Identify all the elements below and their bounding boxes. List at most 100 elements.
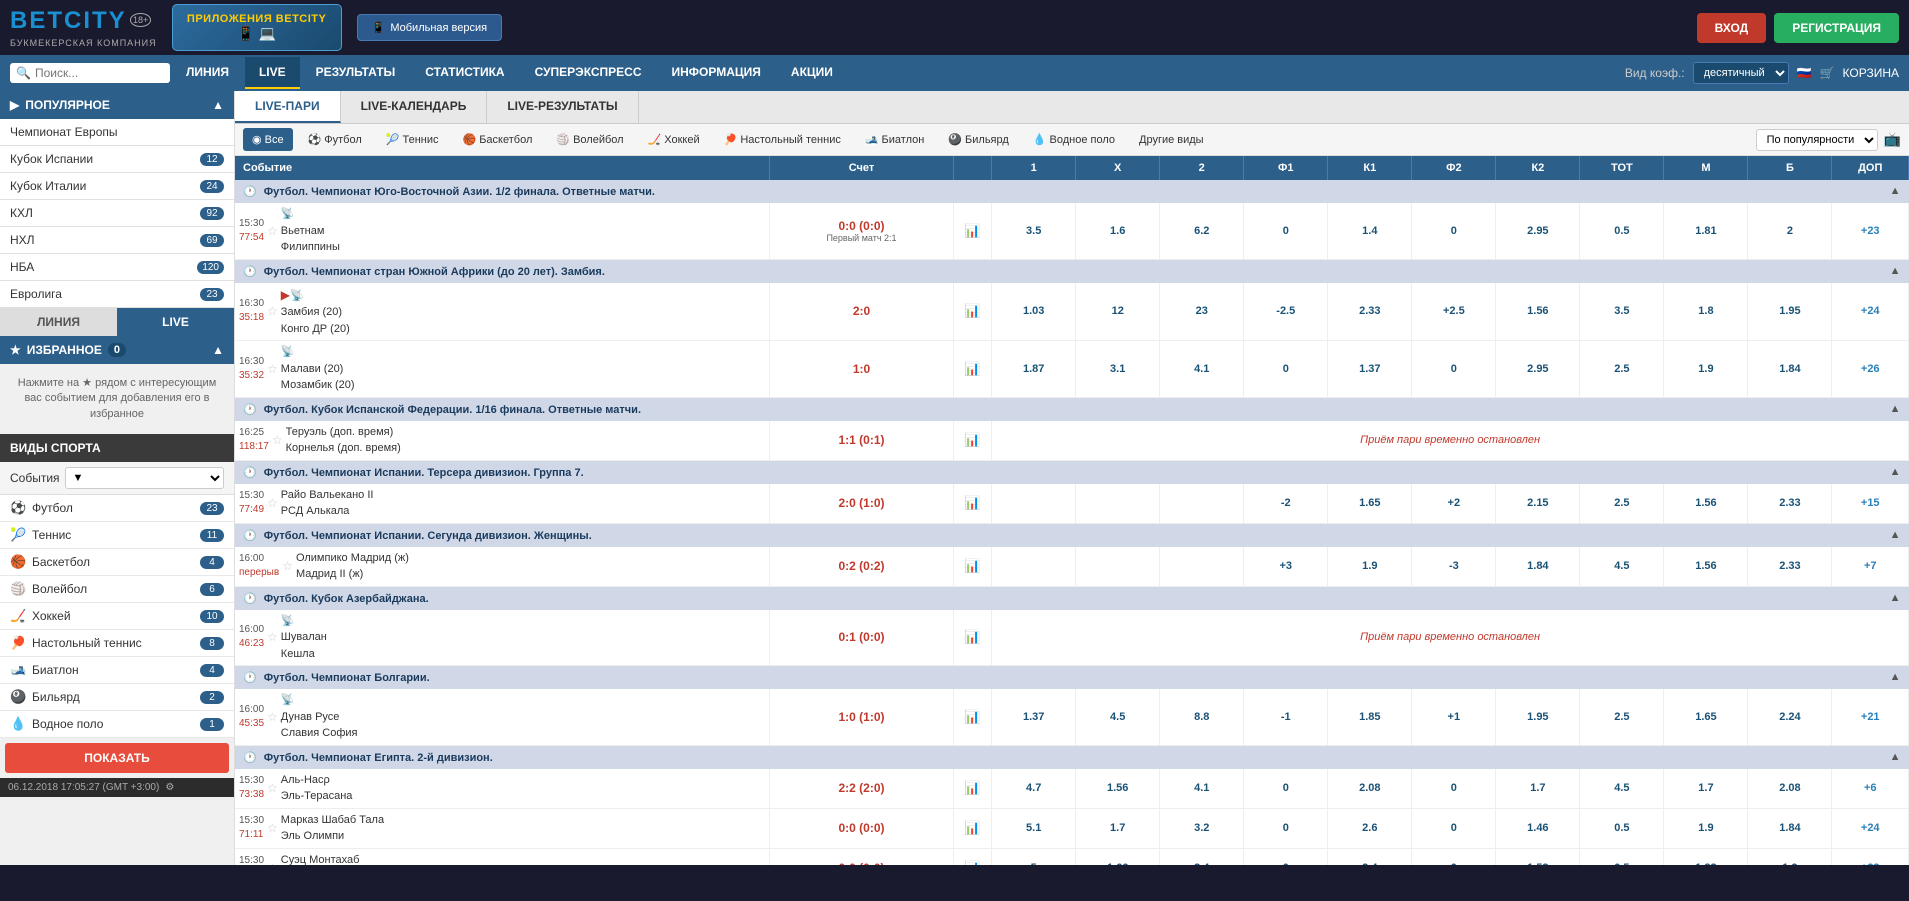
nav-results[interactable]: РЕЗУЛЬТАТЫ xyxy=(302,57,410,89)
youtube-icon[interactable]: ▶ xyxy=(281,288,290,302)
odds-k1[interactable]: 1.37 xyxy=(1328,341,1412,398)
odds-tot[interactable]: 3.5 xyxy=(1580,283,1664,341)
section-expand-icon[interactable]: ▲ xyxy=(1890,671,1901,683)
sidebar-item-kubokispanii[interactable]: Кубок Испании 12 xyxy=(0,146,234,173)
odds-k1[interactable]: 2.08 xyxy=(1328,769,1412,809)
star-icon[interactable]: ☆ xyxy=(267,630,278,644)
sport-item-basketball[interactable]: 🏀 Баскетбол 4 xyxy=(0,549,234,576)
odds-f2[interactable]: 0 xyxy=(1412,848,1496,865)
stats-icon-cell[interactable]: 📊 xyxy=(953,203,991,259)
dop-cell[interactable]: +23 xyxy=(1832,848,1909,865)
stats-icon-cell[interactable]: 📊 xyxy=(953,769,991,809)
odds-k1[interactable]: 2.4 xyxy=(1328,848,1412,865)
odds-tot[interactable]: 2.5 xyxy=(1580,484,1664,524)
odds-k2[interactable]: 1.95 xyxy=(1496,689,1580,745)
star-icon[interactable]: ☆ xyxy=(267,781,278,795)
odds-1[interactable]: 3.5 xyxy=(992,203,1076,259)
filter-hockey[interactable]: 🏒 Хоккей xyxy=(639,128,709,151)
odds-tot[interactable]: 2.5 xyxy=(1580,341,1664,398)
dop-cell[interactable]: +24 xyxy=(1832,808,1909,848)
sidebar-fav-header[interactable]: ★ ИЗБРАННОЕ 0 ▲ xyxy=(0,336,234,364)
nav-live[interactable]: LIVE xyxy=(245,57,300,89)
odds-tot[interactable]: 4.5 xyxy=(1580,769,1664,809)
star-icon[interactable]: ☆ xyxy=(282,559,293,573)
odds-k2[interactable]: 2.95 xyxy=(1496,341,1580,398)
odds-1[interactable]: 5.1 xyxy=(992,808,1076,848)
stats-icon-cell[interactable]: 📊 xyxy=(953,547,991,587)
stats-icon-cell[interactable]: 📊 xyxy=(953,848,991,865)
star-icon[interactable]: ☆ xyxy=(267,496,278,510)
odds-k2[interactable]: 1.7 xyxy=(1496,769,1580,809)
sport-item-hockey[interactable]: 🏒 Хоккей 10 xyxy=(0,603,234,630)
odds-f2[interactable]: +1 xyxy=(1412,689,1496,745)
odds-f2[interactable]: 0 xyxy=(1412,203,1496,259)
section-expand-icon[interactable]: ▲ xyxy=(1890,592,1901,604)
dop-cell[interactable]: +15 xyxy=(1832,484,1909,524)
sidebar-tab-liniya[interactable]: ЛИНИЯ xyxy=(0,308,117,336)
odds-tot[interactable]: 0.5 xyxy=(1580,808,1664,848)
odds-k2[interactable]: 2.95 xyxy=(1496,203,1580,259)
odds-m[interactable]: 1.81 xyxy=(1664,203,1748,259)
stats-icon-cell[interactable]: 📊 xyxy=(953,341,991,398)
sport-item-biathlon[interactable]: 🎿 Биатлон 4 xyxy=(0,657,234,684)
odds-m[interactable]: 1.56 xyxy=(1664,484,1748,524)
dop-cell[interactable]: +26 xyxy=(1832,341,1909,398)
odds-b[interactable]: 1.95 xyxy=(1748,283,1832,341)
odds-tot[interactable]: 0.5 xyxy=(1580,848,1664,865)
odds-k1[interactable]: 2.33 xyxy=(1328,283,1412,341)
nav-stats[interactable]: СТАТИСТИКА xyxy=(411,57,518,89)
filter-football[interactable]: ⚽ Футбол xyxy=(299,128,371,151)
stats-icon-cell[interactable]: 📊 xyxy=(953,689,991,745)
stats-chart-icon[interactable]: 📊 xyxy=(964,303,980,318)
section-expand-icon[interactable]: ▲ xyxy=(1890,751,1901,763)
section-expand-icon[interactable]: ▲ xyxy=(1890,265,1901,277)
stats-chart-icon[interactable]: 📊 xyxy=(964,780,980,795)
tv-icon[interactable]: 📺 xyxy=(1884,131,1901,148)
odds-b[interactable]: 2.33 xyxy=(1748,547,1832,587)
odds-2[interactable]: 8.8 xyxy=(1160,689,1244,745)
odds-f1[interactable]: 0 xyxy=(1244,203,1328,259)
odds-2[interactable]: 23 xyxy=(1160,283,1244,341)
sidebar-item-nhl[interactable]: НХЛ 69 xyxy=(0,227,234,254)
odds-f2[interactable]: 0 xyxy=(1412,341,1496,398)
sidebar-item-khl[interactable]: КХЛ 92 xyxy=(0,200,234,227)
odds-f1[interactable]: -1 xyxy=(1244,689,1328,745)
stats-chart-icon[interactable]: 📊 xyxy=(964,495,980,510)
sport-item-football[interactable]: ⚽ Футбол 23 xyxy=(0,495,234,522)
filter-all[interactable]: ◉ Все xyxy=(243,128,293,151)
live-tab-calendar[interactable]: LIVE-КАЛЕНДАРЬ xyxy=(341,91,488,123)
live-tab-pari[interactable]: LIVE-ПАРИ xyxy=(235,91,341,123)
odds-2[interactable]: 3.4 xyxy=(1160,848,1244,865)
stats-chart-icon[interactable]: 📊 xyxy=(964,820,980,835)
odds-2[interactable]: 4.1 xyxy=(1160,769,1244,809)
odds-k2[interactable]: 1.56 xyxy=(1496,283,1580,341)
odds-2[interactable]: 4.1 xyxy=(1160,341,1244,398)
filter-billiards[interactable]: 🎱 Бильярд xyxy=(939,128,1017,151)
section-expand-icon[interactable]: ▲ xyxy=(1890,403,1901,415)
dop-cell[interactable]: +6 xyxy=(1832,769,1909,809)
app-button[interactable]: ПРИЛОЖЕНИЯ BETСITY 📱 💻 xyxy=(172,4,342,51)
odds-m[interactable]: 1.8 xyxy=(1664,283,1748,341)
odds-m[interactable]: 1.9 xyxy=(1664,808,1748,848)
sort-select[interactable]: По популярности xyxy=(1756,129,1878,151)
nav-aktsii[interactable]: АКЦИИ xyxy=(777,57,847,89)
stats-chart-icon[interactable]: 📊 xyxy=(964,629,980,644)
odds-f1[interactable]: 0 xyxy=(1244,848,1328,865)
stats-icon-cell[interactable]: 📊 xyxy=(953,808,991,848)
reg-button[interactable]: РЕГИСТРАЦИЯ xyxy=(1774,13,1899,43)
odds-2[interactable] xyxy=(1160,484,1244,524)
odds-k1[interactable]: 1.4 xyxy=(1328,203,1412,259)
odds-m[interactable]: 1.83 xyxy=(1664,848,1748,865)
odds-k2[interactable]: 1.84 xyxy=(1496,547,1580,587)
odds-f2[interactable]: 0 xyxy=(1412,769,1496,809)
odds-2[interactable]: 6.2 xyxy=(1160,203,1244,259)
odds-tot[interactable]: 4.5 xyxy=(1580,547,1664,587)
section-expand-icon[interactable]: ▲ xyxy=(1890,185,1901,197)
odds-f1[interactable]: 0 xyxy=(1244,808,1328,848)
sidebar-tab-live[interactable]: LIVE xyxy=(117,308,234,336)
vhod-button[interactable]: ВХОД xyxy=(1697,13,1767,43)
odds-1[interactable]: 5 xyxy=(992,848,1076,865)
mobile-button[interactable]: 📱 Мобильная версия xyxy=(357,14,502,41)
section-header-row[interactable]: 🕐 Футбол. Чемпионат Египта. 2-й дивизион… xyxy=(235,745,1909,769)
odds-k2[interactable]: 2.15 xyxy=(1496,484,1580,524)
